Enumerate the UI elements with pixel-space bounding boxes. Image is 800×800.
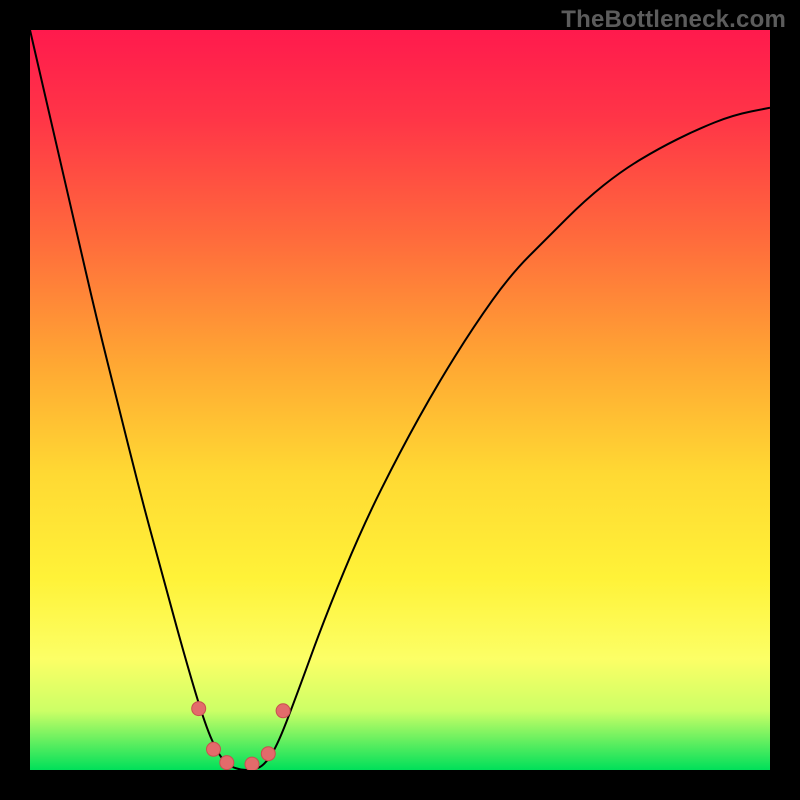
data-marker xyxy=(207,742,221,756)
plot-area xyxy=(30,30,770,770)
data-marker xyxy=(276,704,290,718)
data-marker xyxy=(261,747,275,761)
chart-frame: TheBottleneck.com xyxy=(0,0,800,800)
bottleneck-chart xyxy=(30,30,770,770)
data-marker xyxy=(220,756,234,770)
data-marker xyxy=(192,702,206,716)
watermark-text: TheBottleneck.com xyxy=(561,6,786,34)
gradient-background xyxy=(30,30,770,770)
data-marker xyxy=(245,757,259,770)
